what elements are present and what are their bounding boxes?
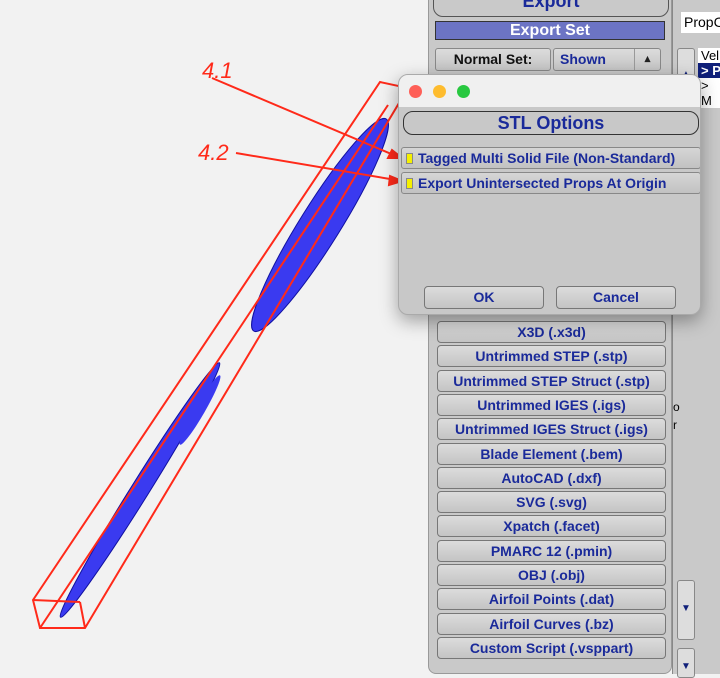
- export-format-button[interactable]: Custom Script (.vsppart): [437, 636, 666, 659]
- checkbox-icon: [406, 153, 413, 164]
- list-item[interactable]: Vel: [698, 48, 720, 63]
- export-unintersected-props-checkbox[interactable]: Export Unintersected Props At Origin: [401, 172, 700, 194]
- export-format-button[interactable]: OBJ (.obj): [437, 564, 666, 586]
- normal-set-label: Normal Set:: [435, 48, 551, 71]
- export-format-button[interactable]: X3D (.x3d): [437, 321, 666, 343]
- stl-options-dialog: STL Options Tagged Multi Solid File (Non…: [398, 74, 701, 315]
- checkbox-label: Tagged Multi Solid File (Non-Standard): [418, 150, 676, 166]
- export-format-button[interactable]: SVG (.svg): [437, 491, 666, 514]
- export-format-button[interactable]: Airfoil Curves (.bz): [437, 612, 666, 635]
- checkbox-label: Export Unintersected Props At Origin: [418, 175, 667, 191]
- dialog-title: STL Options: [403, 111, 699, 135]
- annotation-4-2: 4.2: [198, 140, 229, 165]
- checkbox-icon: [406, 178, 413, 189]
- updown-arrows-icon: ▴: [634, 49, 660, 70]
- export-format-button[interactable]: Blade Element (.bem): [437, 442, 666, 465]
- export-format-button[interactable]: Airfoil Points (.dat): [437, 588, 666, 611]
- maximize-button[interactable]: [457, 85, 470, 98]
- ok-button[interactable]: OK: [424, 286, 544, 309]
- list-item-selected[interactable]: > P: [698, 63, 720, 78]
- text-fragment: r: [673, 418, 677, 432]
- tagged-multi-solid-checkbox[interactable]: Tagged Multi Solid File (Non-Standard): [401, 147, 700, 169]
- close-button[interactable]: [409, 85, 422, 98]
- list-item[interactable]: > M: [698, 78, 720, 108]
- export-format-button[interactable]: AutoCAD (.dxf): [437, 466, 666, 489]
- export-set-header: Export Set: [435, 21, 665, 40]
- annotation-4-1: 4.1: [202, 58, 233, 83]
- scroll-down-button[interactable]: ▼: [677, 580, 695, 640]
- export-format-button[interactable]: Untrimmed STEP Struct (.stp): [437, 369, 666, 392]
- name-field[interactable]: PropC: [681, 12, 720, 33]
- export-format-button[interactable]: Untrimmed IGES (.igs): [437, 393, 666, 416]
- cancel-button[interactable]: Cancel: [556, 286, 676, 309]
- title-bar[interactable]: [399, 75, 700, 107]
- export-format-button[interactable]: Untrimmed STEP (.stp): [437, 345, 666, 368]
- export-format-button[interactable]: Untrimmed IGES Struct (.igs): [437, 418, 666, 441]
- export-format-button[interactable]: PMARC 12 (.pmin): [437, 539, 666, 562]
- text-fragment: o: [673, 400, 680, 414]
- normal-set-select[interactable]: Shown ▴: [553, 48, 661, 71]
- export-format-button[interactable]: Xpatch (.facet): [437, 515, 666, 538]
- normal-set-value: Shown: [560, 51, 606, 67]
- geometry-list[interactable]: Vel > P > M: [698, 48, 720, 108]
- export-title: Export: [433, 0, 669, 17]
- minimize-button[interactable]: [433, 85, 446, 98]
